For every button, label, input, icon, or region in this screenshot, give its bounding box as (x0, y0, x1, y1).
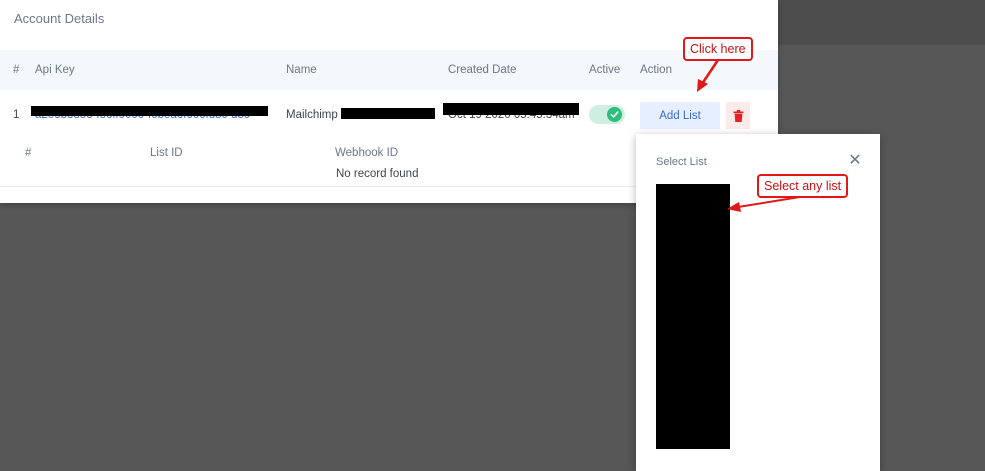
trash-icon (733, 109, 743, 122)
col-header-name: Name (286, 64, 317, 76)
card-title: Account Details (14, 11, 105, 26)
table-divider (0, 186, 636, 187)
active-toggle[interactable] (589, 105, 625, 124)
col-header-created-date: Created Date (448, 64, 517, 76)
subcol-header-num: # (25, 147, 32, 159)
add-list-button[interactable]: Add List (640, 102, 720, 129)
annotation-click-here: Click here (683, 37, 753, 61)
row-number: 1 (13, 109, 20, 121)
col-header-api-key: Api Key (35, 64, 75, 76)
redaction-bar-created (443, 103, 579, 115)
col-header-action: Action (640, 64, 672, 76)
annotation-select-any-list: Select any list (757, 174, 849, 198)
col-header-active: Active (589, 64, 621, 76)
empty-state-text: No record found (336, 168, 419, 180)
col-header-num: # (13, 64, 20, 76)
redaction-bar-api-key (31, 106, 268, 116)
close-icon[interactable]: ✕ (848, 153, 862, 169)
modal-title: Select List (656, 156, 707, 168)
check-icon (607, 107, 622, 122)
delete-button[interactable] (726, 102, 750, 129)
redaction-bar-name (341, 108, 435, 119)
background-header-band (778, 0, 985, 45)
subcol-header-webhook-id: Webhook ID (335, 147, 399, 159)
list-select-box[interactable] (656, 184, 730, 449)
subcol-header-list-id: List ID (150, 147, 183, 159)
